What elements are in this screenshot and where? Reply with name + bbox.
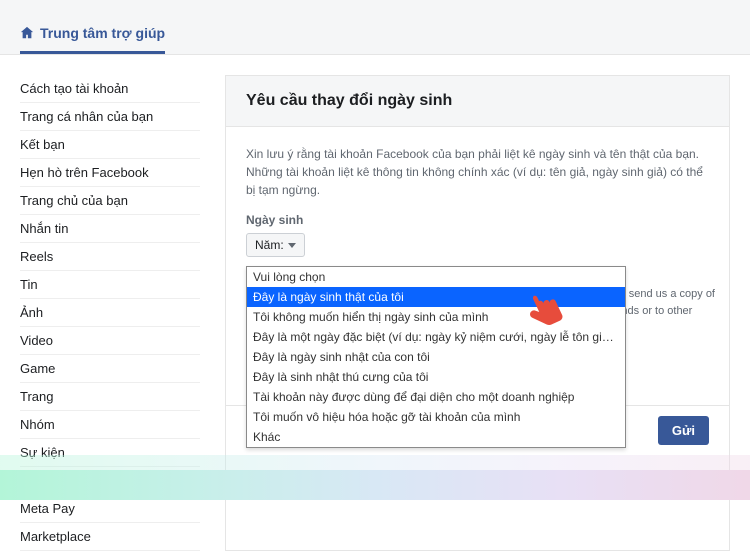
dropdown-option[interactable]: Đây là ngày sinh thật của tôi	[247, 287, 625, 307]
sidebar-item[interactable]: Video	[20, 327, 200, 355]
help-center-link[interactable]: Trung tâm trợ giúp	[20, 11, 165, 54]
header-title: Trung tâm trợ giúp	[40, 25, 165, 41]
decorative-gradient	[0, 455, 750, 470]
dropdown-option[interactable]: Đây là ngày sinh nhật của con tôi	[247, 347, 625, 367]
sidebar-item[interactable]: Hẹn hò trên Facebook	[20, 159, 200, 187]
home-icon	[20, 26, 34, 40]
year-select[interactable]: Năm:	[246, 233, 305, 257]
sidebar-item[interactable]: Game	[20, 355, 200, 383]
caret-down-icon	[288, 243, 296, 248]
sidebar-item[interactable]: Ảnh	[20, 299, 200, 327]
page-title: Yêu cầu thay đổi ngày sinh	[246, 92, 709, 110]
sidebar-item[interactable]: Nhóm	[20, 411, 200, 439]
sidebar-item[interactable]: Reels	[20, 243, 200, 271]
dropdown-option[interactable]: Tài khoản này được dùng để đại diện cho …	[247, 387, 625, 407]
sidebar-item[interactable]: Tin	[20, 271, 200, 299]
sidebar-item[interactable]: Marketplace	[20, 523, 200, 551]
decorative-gradient	[0, 470, 750, 500]
birthday-label: Ngày sinh	[246, 213, 709, 227]
header-bar: Trung tâm trợ giúp	[0, 0, 750, 55]
dropdown-option[interactable]: Vui lòng chọn	[247, 267, 625, 287]
dropdown-option[interactable]: Khác	[247, 427, 625, 447]
sidebar-item[interactable]: Trang chủ của bạn	[20, 187, 200, 215]
dropdown-option[interactable]: Đây là sinh nhật thú cưng của tôi	[247, 367, 625, 387]
sidebar-item[interactable]: Trang	[20, 383, 200, 411]
submit-button[interactable]: Gửi	[658, 416, 709, 445]
sidebar-item[interactable]: Kết bạn	[20, 131, 200, 159]
reason-dropdown[interactable]: Vui lòng chọn Đây là ngày sinh thật của …	[246, 266, 626, 448]
content-header: Yêu cầu thay đổi ngày sinh	[226, 76, 729, 127]
sidebar-item[interactable]: Trang cá nhân của bạn	[20, 103, 200, 131]
dropdown-option[interactable]: Tôi muốn vô hiệu hóa hoặc gỡ tài khoản c…	[247, 407, 625, 427]
sidebar-item[interactable]: Cách tạo tài khoản	[20, 75, 200, 103]
year-select-label: Năm:	[255, 238, 284, 252]
description-text: Xin lưu ý rằng tài khoản Facebook của bạ…	[246, 145, 709, 199]
sidebar-item[interactable]: Nhắn tin	[20, 215, 200, 243]
